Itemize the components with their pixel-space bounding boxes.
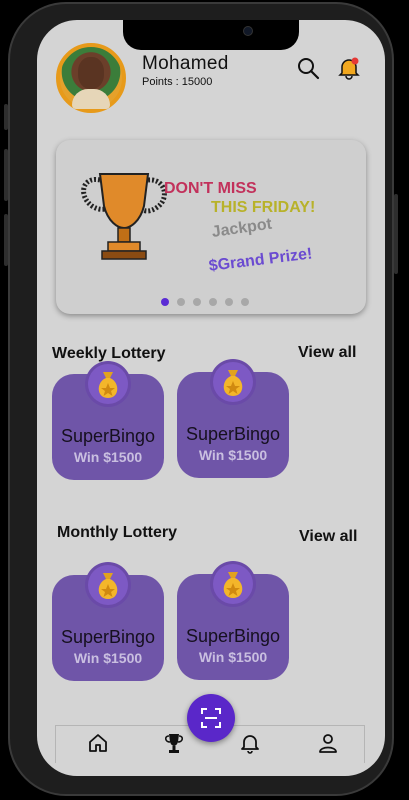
user-points: Points : 15000 [142, 76, 213, 88]
notification-dot [351, 57, 359, 65]
card-title: SuperBingo [60, 426, 156, 446]
card-title: SuperBingo [185, 626, 281, 646]
card-title: SuperBingo [60, 627, 156, 647]
power-button [394, 194, 398, 274]
camera-icon [243, 26, 253, 36]
banner-line-3: Jackpot [210, 215, 273, 241]
money-bag-icon [213, 564, 253, 604]
app-screen: Mohamed Points : 15000 DON'T MISS THIS F… [37, 20, 385, 776]
money-bag-icon [213, 362, 253, 402]
phone-frame: Mohamed Points : 15000 DON'T MISS THIS F… [4, 2, 398, 796]
scan-button[interactable] [187, 694, 235, 742]
monthly-view-all-link[interactable]: View all [299, 528, 357, 546]
card-prize: Win $1500 [73, 449, 143, 465]
weekly-view-all-link[interactable]: View all [298, 344, 356, 362]
avatar[interactable] [56, 43, 126, 113]
card-prize: Win $1500 [198, 649, 268, 665]
scan-icon [201, 708, 221, 728]
promo-banner[interactable]: DON'T MISS THIS FRIDAY! Jackpot $Grand P… [56, 140, 366, 314]
carousel-dot[interactable] [161, 298, 169, 306]
trophy-illustration-icon [78, 166, 170, 266]
user-name: Mohamed [142, 53, 229, 74]
carousel-dot[interactable] [209, 298, 217, 306]
carousel-dot[interactable] [193, 298, 201, 306]
weekly-lottery-title: Weekly Lottery [52, 345, 166, 362]
notification-bell-icon[interactable] [338, 56, 360, 80]
carousel-dots [161, 298, 249, 306]
card-title: SuperBingo [185, 424, 281, 444]
search-icon[interactable] [296, 56, 320, 80]
home-icon[interactable] [87, 732, 109, 754]
carousel-dot[interactable] [241, 298, 249, 306]
monthly-lottery-card[interactable]: SuperBingo Win $1500 [52, 565, 164, 681]
banner-line-2: THIS FRIDAY! [211, 199, 316, 216]
user-icon[interactable] [317, 732, 339, 754]
mute-switch [4, 104, 8, 130]
bell-icon[interactable] [239, 732, 261, 754]
weekly-lottery-card[interactable]: SuperBingo Win $1500 [177, 362, 289, 478]
money-bag-icon [88, 364, 128, 404]
monthly-lottery-title: Monthly Lottery [57, 524, 177, 541]
money-bag-icon [88, 565, 128, 605]
weekly-lottery-card[interactable]: SuperBingo Win $1500 [52, 364, 164, 480]
banner-line-1: DON'T MISS [164, 180, 257, 197]
monthly-lottery-card[interactable]: SuperBingo Win $1500 [177, 564, 289, 680]
notch [123, 20, 299, 50]
volume-up-button [4, 149, 8, 201]
carousel-dot[interactable] [177, 298, 185, 306]
trophy-icon[interactable] [163, 732, 185, 754]
banner-line-4: $Grand Prize! [207, 245, 314, 275]
avatar-shirt [72, 89, 110, 109]
card-prize: Win $1500 [198, 447, 268, 463]
volume-down-button [4, 214, 8, 266]
carousel-dot[interactable] [225, 298, 233, 306]
card-prize: Win $1500 [73, 650, 143, 666]
avatar-face [78, 57, 104, 89]
